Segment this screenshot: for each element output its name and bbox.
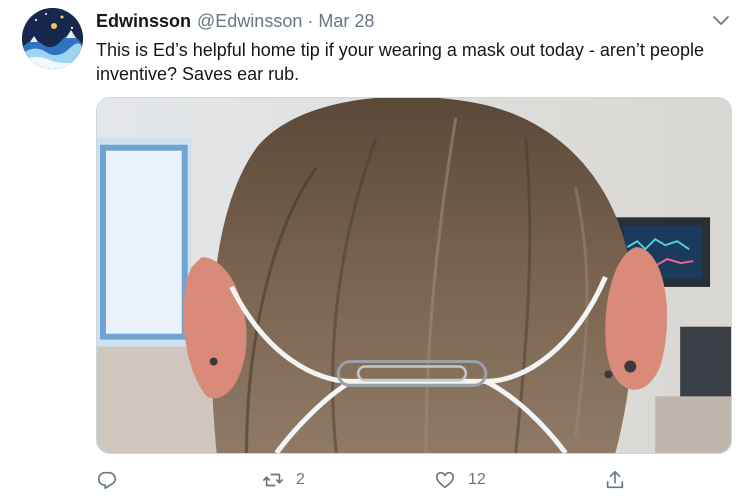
retweet-button[interactable]: 2: [262, 467, 305, 493]
reply-icon: [97, 471, 117, 490]
like-button[interactable]: 12: [434, 467, 486, 493]
tweet-actions: 2 12: [96, 467, 736, 495]
share-icon: [606, 470, 624, 489]
like-count: 12: [468, 471, 486, 488]
header-separator: ·: [307, 11, 314, 31]
chevron-down-icon: [713, 16, 729, 25]
retweet-icon: [263, 473, 283, 487]
more-options-button[interactable]: [711, 12, 731, 30]
tweet-date[interactable]: Mar 28: [318, 11, 374, 32]
avatar-image: [22, 8, 83, 69]
tweet-media[interactable]: [96, 97, 732, 454]
user-handle[interactable]: @Edwinsson: [197, 11, 302, 32]
tweet-photo: [97, 98, 731, 453]
avatar[interactable]: [22, 8, 83, 69]
share-button[interactable]: [604, 467, 638, 493]
tweet-header: Edwinsson @Edwinsson · Mar 28: [96, 11, 374, 33]
like-icon: [435, 471, 455, 489]
retweet-count: 2: [296, 471, 305, 488]
tweet-text: This is Ed’s helpful home tip if your we…: [96, 40, 704, 84]
reply-button[interactable]: [96, 467, 130, 493]
display-name[interactable]: Edwinsson: [96, 11, 191, 32]
tweet-card[interactable]: Edwinsson @Edwinsson · Mar 28 This is Ed…: [0, 0, 747, 501]
